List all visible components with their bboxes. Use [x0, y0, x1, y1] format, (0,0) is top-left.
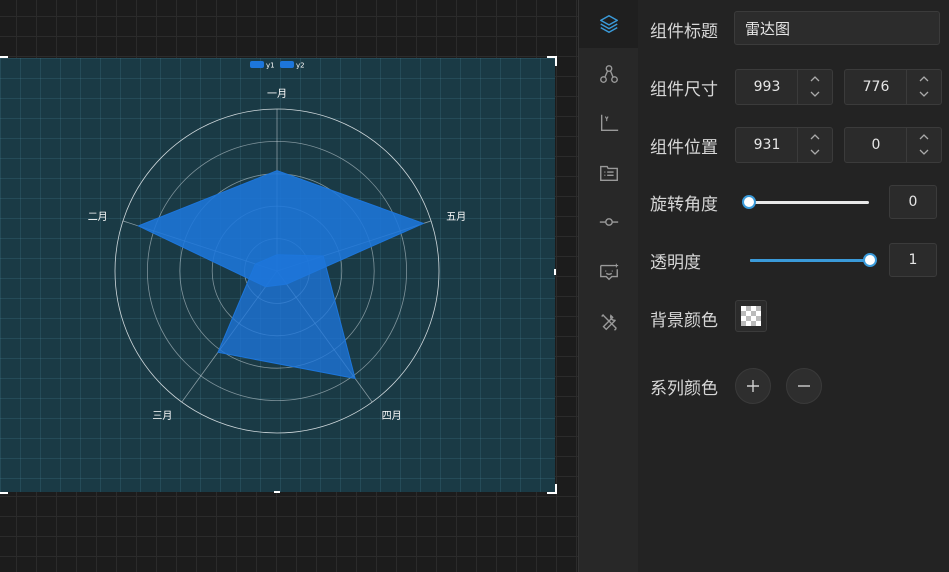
x-value[interactable]: 931 — [736, 128, 798, 162]
tools-icon — [601, 314, 617, 331]
axis-label-may: 五月 — [446, 211, 466, 223]
chart-legend[interactable]: y1 y2 — [250, 61, 305, 70]
transparent-swatch — [741, 306, 761, 326]
chevron-up-icon — [919, 134, 929, 140]
width-step-controls — [797, 70, 832, 104]
size-label: 组件尺寸 — [650, 80, 718, 100]
height-increment[interactable] — [918, 73, 930, 85]
axis-label-jan: 一月 — [267, 88, 287, 100]
rotation-label: 旋转角度 — [650, 195, 718, 215]
nodes-icon — [600, 65, 618, 83]
list-icon — [600, 165, 618, 182]
width-value[interactable]: 993 — [736, 70, 798, 104]
bg-color-picker[interactable] — [735, 300, 767, 332]
rotation-input[interactable]: 0 — [889, 185, 937, 219]
width-decrement[interactable] — [809, 88, 821, 100]
chevron-down-icon — [810, 149, 820, 155]
y-decrement[interactable] — [918, 146, 930, 158]
radar-chart-component[interactable]: y1 y2 一月 五月 四月 三月 二月 — [0, 56, 557, 494]
y-step-controls — [906, 128, 941, 162]
resize-handle-top-left[interactable] — [0, 56, 8, 66]
title-label: 组件标题 — [650, 22, 718, 42]
add-series-color-button[interactable] — [735, 368, 771, 404]
resize-handle-top-right[interactable] — [547, 56, 557, 66]
layers-icon — [600, 15, 618, 33]
tool-sidebar — [578, 0, 639, 572]
chevron-up-icon — [810, 76, 820, 82]
list-tool[interactable] — [579, 149, 639, 197]
rotation-slider-track[interactable] — [749, 201, 869, 204]
axis-label-apr: 四月 — [382, 410, 402, 422]
chevron-up-icon — [919, 76, 929, 82]
plus-icon — [747, 380, 759, 392]
opacity-label: 透明度 — [650, 253, 701, 273]
y-value[interactable]: 0 — [845, 128, 907, 162]
opacity-slider-thumb[interactable] — [863, 253, 877, 267]
point-line-icon — [599, 218, 619, 226]
height-value[interactable]: 776 — [845, 70, 907, 104]
width-increment[interactable] — [809, 73, 821, 85]
axis-label-feb: 二月 — [88, 211, 108, 223]
height-decrement[interactable] — [918, 88, 930, 100]
height-stepper[interactable]: 776 — [844, 69, 942, 105]
axis-label-mar: 三月 — [152, 410, 172, 422]
x-increment[interactable] — [809, 131, 821, 143]
chevron-down-icon — [919, 91, 929, 97]
bg-color-label: 背景颜色 — [650, 311, 718, 331]
position-label: 组件位置 — [650, 138, 718, 158]
height-step-controls — [906, 70, 941, 104]
tooltip-tool[interactable] — [579, 248, 639, 296]
tooltip-icon — [600, 263, 619, 281]
axis-tool[interactable] — [579, 99, 639, 147]
y-increment[interactable] — [918, 131, 930, 143]
title-input[interactable] — [734, 11, 940, 45]
x-decrement[interactable] — [809, 146, 821, 158]
minus-icon — [798, 385, 810, 387]
legend-swatch-y1 — [250, 61, 264, 68]
resize-handle-right[interactable] — [554, 269, 556, 275]
point-line-tool[interactable] — [579, 198, 639, 246]
resize-handle-bottom-right[interactable] — [547, 484, 557, 494]
x-stepper[interactable]: 931 — [735, 127, 833, 163]
chevron-down-icon — [810, 91, 820, 97]
tools-tool[interactable] — [579, 298, 639, 346]
layers-tool[interactable] — [579, 0, 639, 48]
property-panel: 组件标题 组件尺寸 993 776 组件位置 931 0 旋转角度 0 透明 — [638, 0, 949, 572]
resize-handle-bottom-left[interactable] — [0, 484, 8, 494]
series-color-label: 系列颜色 — [650, 379, 718, 399]
y-stepper[interactable]: 0 — [844, 127, 942, 163]
legend-swatch-y2 — [280, 61, 294, 68]
opacity-input[interactable]: 1 — [889, 243, 937, 277]
chevron-down-icon — [919, 149, 929, 155]
chevron-up-icon — [810, 134, 820, 140]
axis-icon — [600, 114, 619, 132]
legend-label-y1: y1 — [266, 62, 275, 70]
width-stepper[interactable]: 993 — [735, 69, 833, 105]
x-step-controls — [797, 128, 832, 162]
radar-chart: y1 y2 一月 五月 四月 三月 二月 — [88, 61, 466, 434]
radar-series — [137, 170, 425, 380]
rotation-slider-thumb[interactable] — [742, 195, 756, 209]
editor-canvas[interactable]: y1 y2 一月 五月 四月 三月 二月 — [0, 0, 578, 572]
legend-label-y2: y2 — [296, 62, 305, 70]
remove-series-color-button[interactable] — [786, 368, 822, 404]
resize-handle-bottom[interactable] — [274, 491, 280, 493]
nodes-tool[interactable] — [579, 50, 639, 98]
opacity-slider-fill — [750, 259, 870, 262]
